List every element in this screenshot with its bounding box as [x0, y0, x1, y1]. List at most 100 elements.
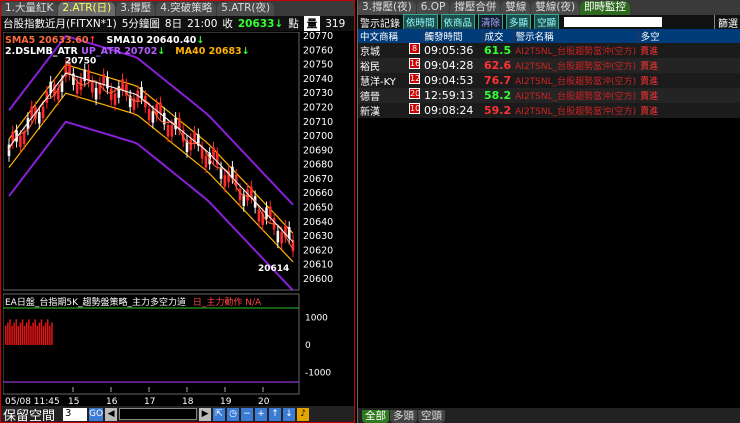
stock-name: 德晉: [360, 92, 380, 103]
table-row[interactable]: 京城 8 09:05:36 61.5 AI2TSNL_台股趨勢當沖(空方) 賣進: [358, 43, 740, 58]
bottom-tab-1[interactable]: 多頭: [390, 410, 417, 423]
direction: 賣進: [640, 47, 659, 57]
chart-tab-3[interactable]: 4.突破策略: [156, 2, 217, 16]
high-annotation: 20750: [65, 57, 96, 67]
down-arrow-icon[interactable]: ↓: [283, 407, 296, 421]
plus-icon[interactable]: +: [255, 407, 268, 421]
clear-button[interactable]: 清除: [478, 14, 504, 30]
col-side[interactable]: 多空: [638, 29, 740, 43]
legend-ma40: MA40 20683: [175, 46, 242, 57]
table-row[interactable]: 裕民 16 09:04:28 62.6 AI2TSNL_台股趨勢當沖(空方) 賣進: [358, 58, 740, 73]
alert-name: AI2TSNL_台股趨勢當沖(空方): [515, 62, 637, 72]
monitor-tab-4[interactable]: 雙線(夜): [531, 1, 580, 15]
bottom-tab-0[interactable]: 全部: [362, 410, 389, 423]
go-button[interactable]: GO: [89, 407, 104, 421]
row-price-cell: 58.2: [482, 88, 514, 103]
price-chart[interactable]: 20770 20760 20750 20740 20730 20720 20710 20700…: [3, 32, 354, 406]
indicator-bar: [42, 325, 45, 345]
alert-log-title: 警示記錄: [360, 18, 400, 30]
col-alert[interactable]: 警示名稱: [513, 29, 639, 43]
zoom-out-icon[interactable]: ⇱: [213, 407, 226, 421]
direction: 賣進: [640, 92, 659, 102]
bottom-tab-2[interactable]: 空頭: [418, 410, 445, 423]
alert-name: AI2TSNL_台股趨勢當沖(空方): [515, 107, 637, 117]
col-name[interactable]: 中文商稱: [358, 29, 423, 43]
direction: 賣進: [640, 77, 659, 87]
candle-body: [113, 93, 117, 105]
candle-body: [219, 167, 223, 179]
time-label: 21:00: [187, 17, 218, 30]
row-price-cell: 62.6: [482, 58, 514, 73]
indicator-status-label: 日_主力動作: [192, 298, 243, 308]
indicator-label: EA日盤_台指期5K_趨勢盤策略_主力多空力道 日_主力動作 N/A: [5, 295, 261, 308]
scroll-left-icon[interactable]: ◀: [105, 407, 118, 421]
time-tick-label: 16: [106, 397, 118, 406]
down-atr-line: [8, 120, 294, 292]
minus-icon[interactable]: −: [241, 407, 254, 421]
ma40-lower-line: [8, 92, 294, 263]
candle-body: [242, 194, 246, 206]
alert-name: AI2TSNL_台股趨勢當沖(空方): [515, 47, 637, 57]
row-time-cell: 09:05:36: [422, 43, 482, 58]
price-tick-label: 20650: [303, 203, 333, 214]
price-tick-label: 20640: [303, 217, 333, 228]
table-row[interactable]: 慧洋-KY 12 09:04:53 76.7 AI2TSNL_台股趨勢當沖(空方) 賣進: [358, 73, 740, 88]
monitor-tab-0[interactable]: 3.撐壓(夜): [358, 1, 416, 15]
price-tick-label: 20750: [303, 60, 333, 71]
trigger-time: 09:04:28: [424, 59, 474, 72]
up-atr-line: [8, 34, 294, 206]
legend-sma10: SMA10 20640.40: [106, 35, 197, 46]
up-arrow-icon[interactable]: ↑: [269, 407, 282, 421]
sma10-arrow: ↓: [196, 35, 205, 46]
table-row[interactable]: 新漢 10 09:08:24 59.2 AI2TSNL_台股趨勢當沖(空方) 賣進: [358, 103, 740, 118]
chart-tab-1[interactable]: 2.ATR(日): [58, 2, 116, 16]
bell-icon[interactable]: ♪: [297, 407, 310, 421]
time-tick-label: 20: [258, 397, 270, 406]
period-label[interactable]: 5分鐘圖: [122, 16, 160, 31]
symbol-label[interactable]: 台股指數近月(FITXN*1): [3, 16, 117, 31]
sort-by-product-button[interactable]: 依商品: [440, 14, 476, 30]
trigger-time: 12:59:13: [424, 89, 474, 102]
close-label: 收: [222, 18, 233, 30]
monitor-tab-1[interactable]: 6.OP: [416, 1, 450, 15]
time-scrollbar[interactable]: [119, 408, 198, 420]
search-input[interactable]: [564, 17, 663, 27]
filter-button[interactable]: 篩選: [714, 14, 740, 30]
indicator-bar: [21, 319, 24, 345]
chart-tab-2[interactable]: 3.撐壓: [116, 2, 156, 16]
ma40-arrow: ↓: [241, 46, 250, 57]
table-row[interactable]: 德晉 20 12:59:13 58.2 AI2TSNL_台股趨勢當沖(空方) 賣進: [358, 88, 740, 103]
legend-dslmb: 2.DSLMB_ATR: [5, 46, 78, 57]
sort-by-time-button[interactable]: 依時間: [403, 14, 438, 30]
trigger-time: 09:05:36: [424, 44, 474, 57]
price-tick-label: 20600: [303, 274, 333, 285]
col-time[interactable]: 觸發時間: [422, 29, 483, 43]
row-price-cell: 59.2: [482, 103, 514, 118]
candle-body: [204, 155, 208, 168]
candle-body: [109, 88, 113, 100]
monitor-tab-2[interactable]: 撐壓合併: [450, 1, 501, 15]
scroll-right-icon[interactable]: ▶: [199, 407, 212, 421]
day-label: 8日: [164, 18, 183, 30]
qty-label: 量: [303, 16, 321, 31]
show-short-button[interactable]: 空顯: [534, 14, 560, 30]
candle-body: [189, 138, 193, 151]
legend-row-2: 2.DSLMB_ATR UP_ATR 20702↓ MA40 20683↓: [5, 46, 250, 57]
row-time-cell: 09:04:28: [422, 58, 482, 73]
chart-tab-4[interactable]: 5.ATR(夜): [217, 2, 275, 16]
candle-body: [75, 82, 79, 94]
candle-body: [257, 210, 261, 222]
monitor-tab-bar: 3.撐壓(夜) 6.OP 撐壓合併 雙線 雙線(夜) 即時監控: [358, 0, 740, 15]
row-side-cell: 賣進: [638, 88, 740, 103]
candle-body: [238, 188, 242, 201]
monitor-tab-3[interactable]: 雙線: [501, 1, 531, 15]
col-price[interactable]: 成交: [482, 29, 514, 43]
indicator-status-value: N/A: [245, 298, 262, 308]
chart-tab-0[interactable]: 1.大量紅K: [1, 2, 58, 16]
clock-icon[interactable]: ◷: [227, 407, 240, 421]
monitor-tab-5[interactable]: 即時監控: [580, 1, 631, 15]
indicator-bar: [23, 325, 26, 345]
show-long-button[interactable]: 多顯: [506, 14, 532, 30]
stock-name: 慧洋-KY: [360, 77, 396, 88]
spin-input[interactable]: 3: [63, 407, 88, 421]
